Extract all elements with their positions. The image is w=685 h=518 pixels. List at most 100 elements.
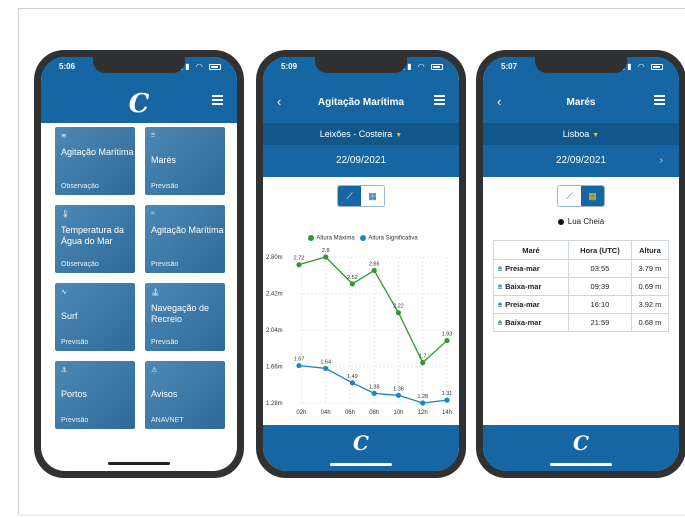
anchor-icon: ⚓︎ bbox=[61, 367, 68, 374]
agitacao-screen: 5:09 ▮▮ ◠ ‹ Agitação Marítima Leixões - … bbox=[263, 57, 459, 471]
status-time: 5:07 bbox=[501, 62, 518, 71]
x-tick-label: 02h bbox=[296, 410, 306, 416]
tile-agitacao-previsao[interactable]: ≈ Agitação Marítima Previsão bbox=[145, 205, 225, 273]
data-label: 1.49 bbox=[347, 374, 358, 380]
app-logo-icon: C bbox=[573, 431, 589, 455]
x-tick-label: 14h bbox=[442, 410, 452, 416]
data-label: 2.52 bbox=[347, 275, 358, 281]
data-point bbox=[296, 262, 302, 268]
home-indicator[interactable] bbox=[108, 462, 170, 465]
data-point bbox=[349, 380, 355, 386]
bottom-rule bbox=[18, 514, 685, 516]
y-tick-label: 1.66m bbox=[266, 365, 283, 371]
wave-height-chart: 2.80m 2.42m 2.04m 1.66m 1.28m 02h 04h 06h 08h 10h… bbox=[266, 248, 453, 416]
tide-name: Baixa-mar bbox=[505, 317, 542, 327]
height-cell: 0.69 m bbox=[630, 277, 670, 296]
tile-name: Avisos bbox=[151, 389, 178, 399]
home-screen: 5:06 ▮▮ ◠ C ≋ Agitação Marítima Observaç… bbox=[41, 57, 237, 471]
tile-subtitle: Observação bbox=[61, 183, 99, 190]
data-label: 1.31 bbox=[442, 391, 453, 397]
tile-mares-previsao[interactable]: ⩧ Marés Previsão bbox=[145, 127, 225, 195]
menu-icon[interactable] bbox=[654, 95, 665, 107]
sailboat-icon: ⛵︎ bbox=[151, 289, 160, 296]
bottom-bar: C bbox=[263, 425, 459, 471]
data-point bbox=[420, 360, 426, 366]
tile-temperatura-observacao[interactable]: 🌡︎ Temperatura da Água do Mar Observação bbox=[55, 205, 135, 273]
page-title: Marés bbox=[566, 97, 596, 108]
data-label: 2.8 bbox=[322, 248, 330, 254]
legend-swatch bbox=[308, 235, 315, 241]
table-view-icon[interactable]: ▦ bbox=[361, 186, 384, 206]
x-tick-label: 12h bbox=[418, 410, 428, 416]
x-tick-label: 08h bbox=[369, 410, 379, 416]
legend-label: Altura Significativa bbox=[368, 235, 418, 242]
chart-legend: Altura Máxima Altura Significativa bbox=[263, 235, 459, 242]
home-indicator[interactable] bbox=[330, 463, 392, 466]
table-row: ⩧ Baixa-mar 21:59 0.68 m bbox=[493, 313, 670, 332]
data-point bbox=[371, 390, 377, 396]
view-toggle: ⟋ ▦ bbox=[557, 185, 605, 207]
tile-name: Temperatura da Água do Mar bbox=[61, 225, 125, 246]
location-selector[interactable]: Lisboa ▼ bbox=[483, 123, 679, 145]
status-icons: ▮▮ ◠ bbox=[179, 62, 221, 71]
view-toggle: ⟋ ▦ bbox=[337, 185, 385, 207]
thermometer-icon: 🌡︎ bbox=[61, 211, 70, 218]
tile-subtitle: Previsão bbox=[151, 261, 179, 268]
tile-avisos-anavnet[interactable]: ⚠︎ Avisos ANAVNET bbox=[145, 361, 225, 429]
tide-name: Baixa-mar bbox=[505, 281, 542, 291]
data-point bbox=[323, 254, 329, 260]
phone-home: 5:06 ▮▮ ◠ C ≋ Agitação Marítima Observaç… bbox=[34, 50, 244, 478]
tile-name: Marés bbox=[151, 155, 177, 165]
chart-view-icon[interactable]: ⟋ bbox=[338, 186, 361, 206]
date-bar: 22/09/2021 › bbox=[483, 145, 679, 177]
date-label: 22/09/2021 bbox=[555, 155, 607, 166]
tide-name: Preia-mar bbox=[505, 263, 540, 273]
time-cell: 03:55 bbox=[567, 259, 632, 278]
tile-name: Portos bbox=[61, 389, 88, 399]
caret-down-icon: ▼ bbox=[592, 132, 600, 139]
home-indicator[interactable] bbox=[550, 463, 612, 466]
tile-agitacao-observacao[interactable]: ≋ Agitação Marítima Observação bbox=[55, 127, 135, 195]
tide-table: Maré Hora (UTC) Altura ⩧ Preia-mar 03:55 … bbox=[493, 240, 670, 332]
tile-subtitle: Previsão bbox=[151, 339, 179, 346]
tide-cell: ⩧ Baixa-mar bbox=[493, 313, 569, 332]
tide-cell: ⩧ Preia-mar bbox=[493, 295, 569, 314]
next-date-icon[interactable]: › bbox=[660, 145, 663, 177]
location-selector[interactable]: Leixões - Costeira ▼ bbox=[263, 123, 459, 145]
column-header: Hora (UTC) bbox=[567, 240, 632, 260]
tile-surf-previsao[interactable]: ∿ Surf Previsão bbox=[55, 283, 135, 351]
y-tick-label: 2.04m bbox=[266, 328, 283, 334]
chart-view-icon[interactable]: ⟋ bbox=[558, 186, 581, 206]
menu-icon[interactable] bbox=[434, 95, 445, 107]
tile-navegacao-previsao[interactable]: ⛵︎ Navegação de Recreio Previsão bbox=[145, 283, 225, 351]
tide-down-icon: ⩧ bbox=[498, 283, 503, 291]
tile-subtitle: Previsão bbox=[151, 183, 179, 190]
tile-portos-previsao[interactable]: ⚓︎ Portos Previsão bbox=[55, 361, 135, 429]
height-cell: 0.68 m bbox=[630, 313, 670, 332]
date-bar: 22/09/2021 bbox=[263, 145, 459, 177]
location-label: Lisboa bbox=[562, 129, 590, 139]
menu-icon[interactable] bbox=[212, 95, 223, 107]
notch bbox=[535, 57, 627, 73]
status-icons: ▮▮ ◠ bbox=[621, 62, 663, 71]
y-tick-label: 2.80m bbox=[266, 255, 283, 261]
battery-icon bbox=[209, 63, 221, 70]
data-point bbox=[395, 310, 402, 316]
column-header: Maré bbox=[493, 240, 569, 260]
y-tick-label: 1.28m bbox=[266, 401, 283, 407]
phone-mares: 5:07 ▮▮ ◠ ‹ Marés Lisboa ▼ 22/09/2021 › ⟋… bbox=[476, 50, 685, 478]
tile-name: Surf bbox=[61, 311, 78, 321]
tile-subtitle: Previsão bbox=[61, 417, 89, 424]
data-point bbox=[444, 397, 450, 403]
bottom-bar: C bbox=[483, 425, 679, 471]
data-point bbox=[349, 281, 355, 287]
time-cell: 21:59 bbox=[567, 313, 632, 332]
data-label: 1.7 bbox=[419, 354, 427, 360]
tile-subtitle: Observação bbox=[61, 261, 99, 268]
app-logo-icon: C bbox=[128, 89, 150, 119]
data-label: 1.38 bbox=[369, 384, 380, 390]
data-label: 1.28 bbox=[417, 394, 428, 400]
page-title: Agitação Marítima bbox=[317, 97, 405, 108]
surf-icon: ∿ bbox=[61, 289, 67, 296]
table-view-icon[interactable]: ▦ bbox=[581, 186, 604, 206]
